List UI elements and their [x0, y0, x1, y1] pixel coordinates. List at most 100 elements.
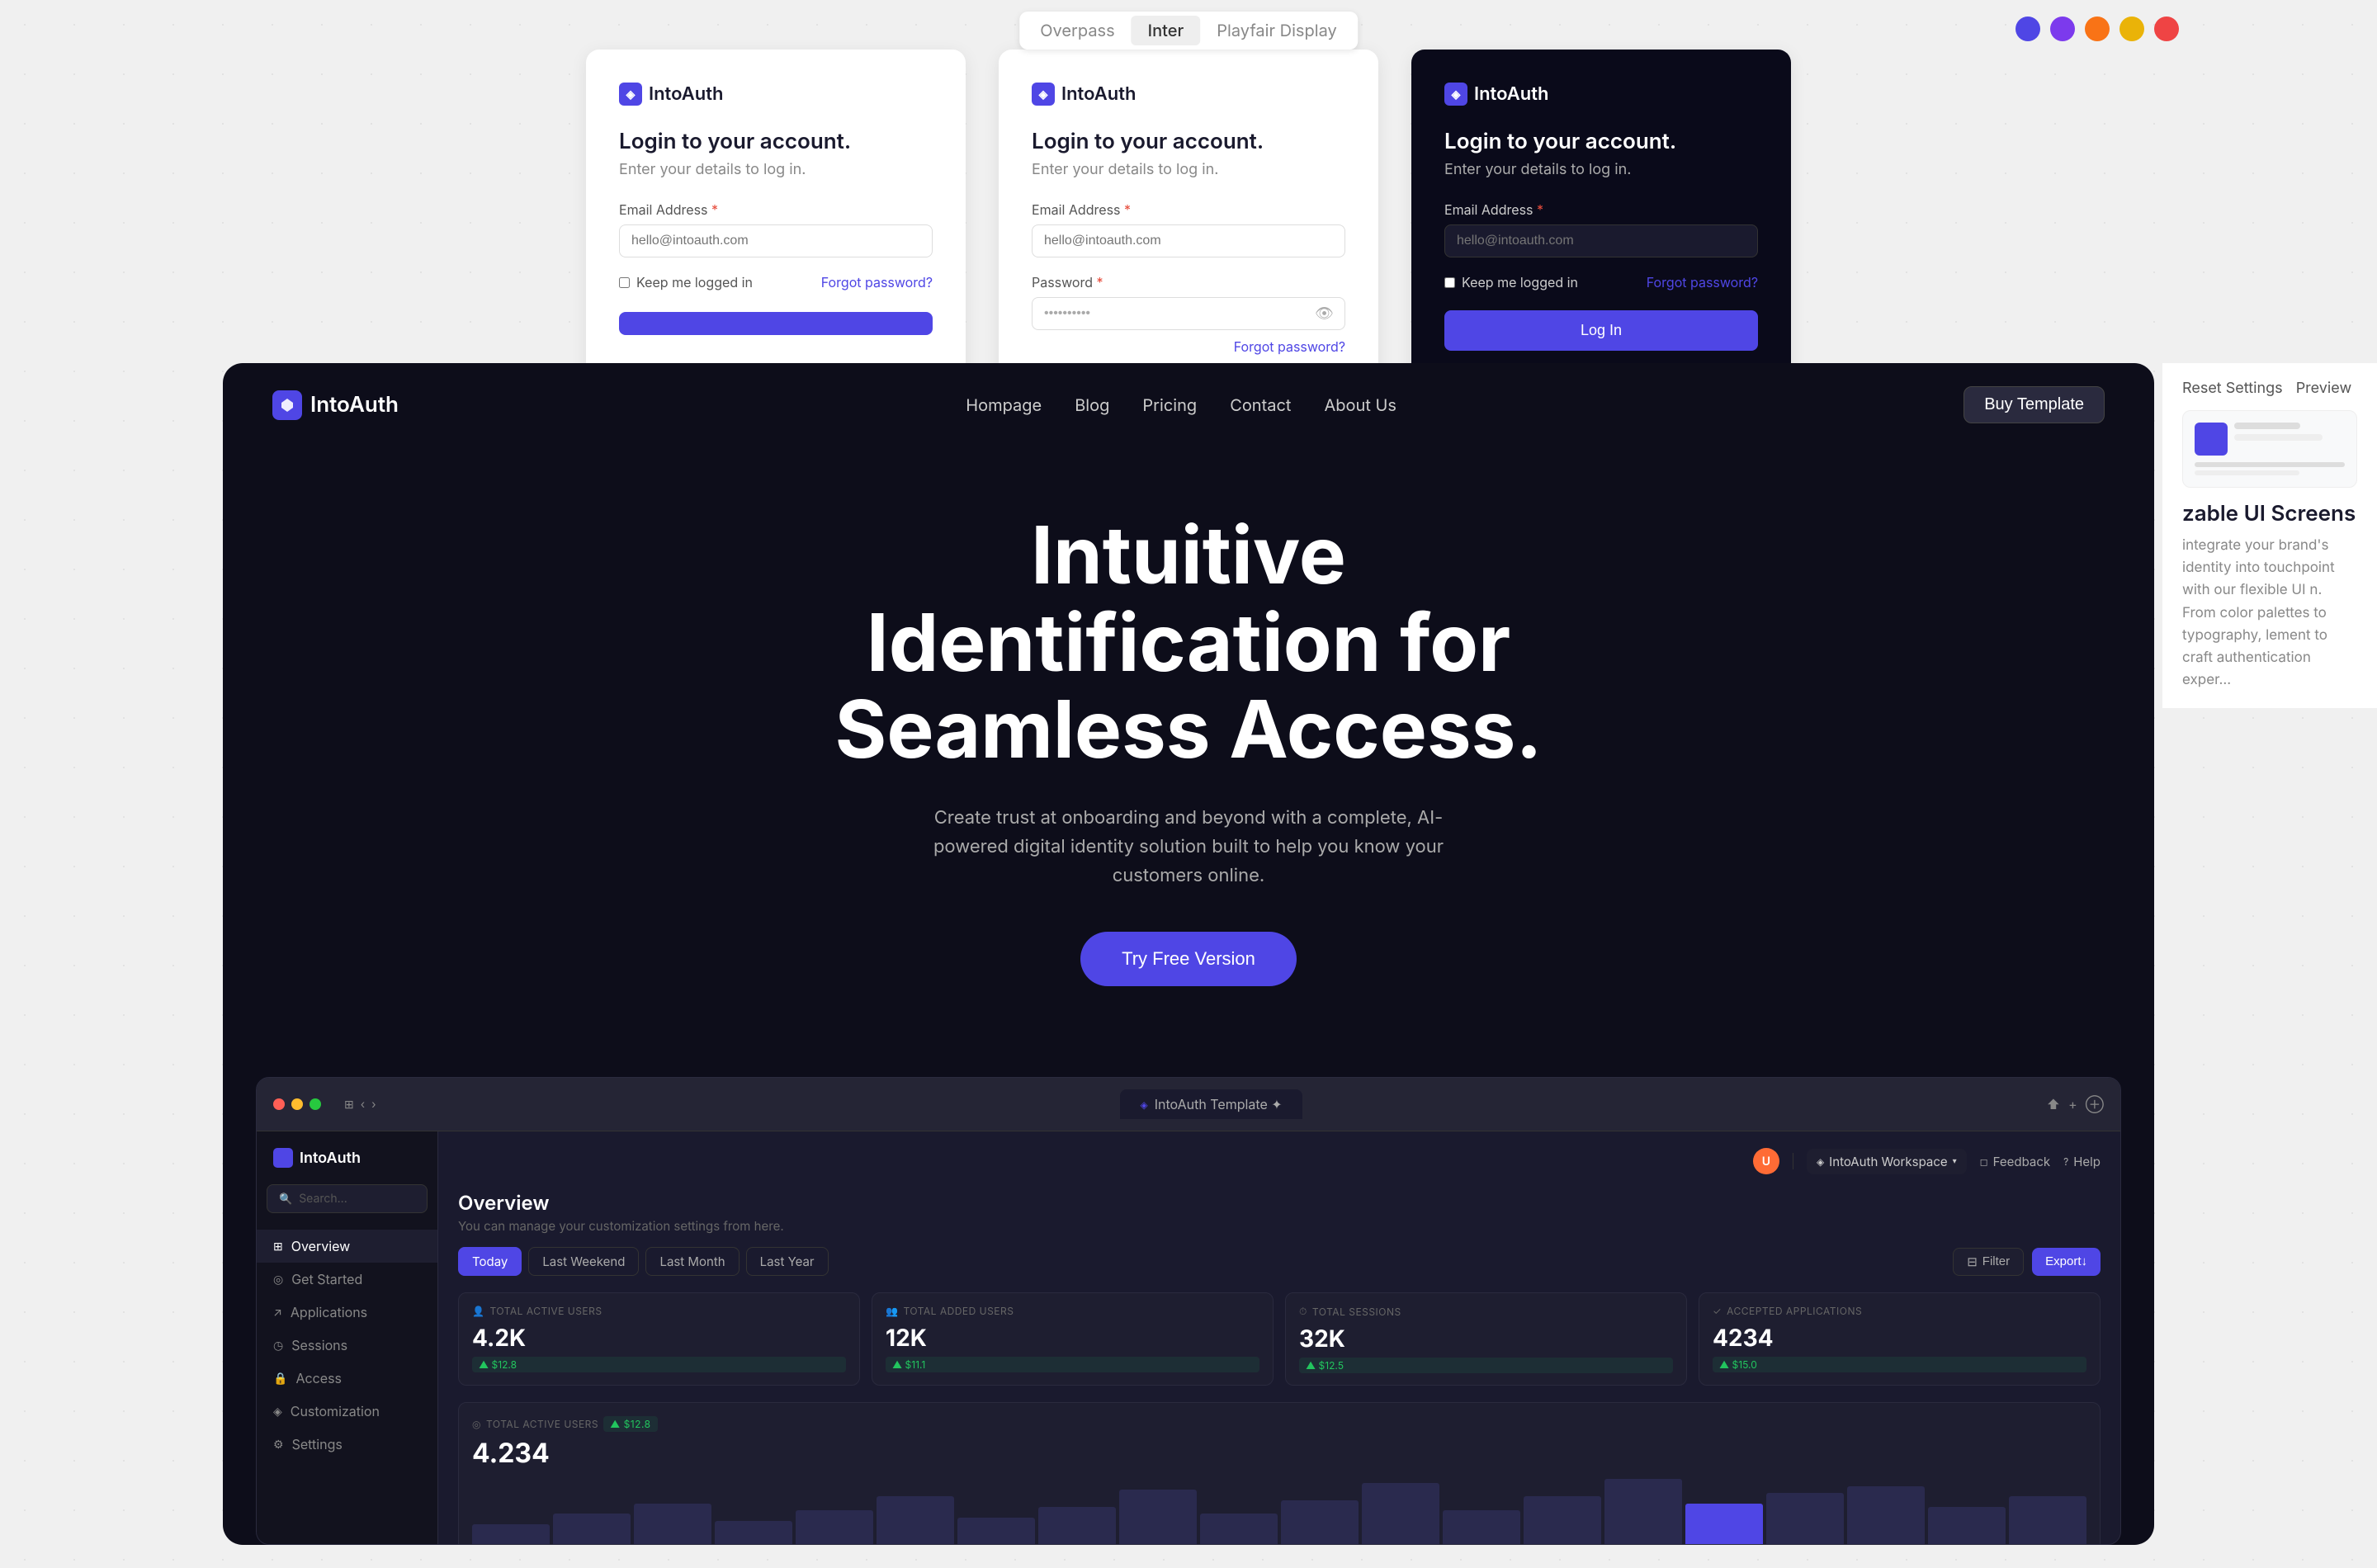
export-button[interactable]: Export↓	[2032, 1248, 2101, 1276]
filter-tab-lastmonth[interactable]: Last Month	[645, 1247, 739, 1276]
nav-link-blog[interactable]: Blog	[1075, 395, 1109, 415]
color-dot-red[interactable]	[2154, 17, 2179, 41]
filter-tab-lastyear[interactable]: Last Year	[746, 1247, 829, 1276]
sidebar-item-access[interactable]: 🔒 Access	[257, 1362, 437, 1395]
nav-link-homepage[interactable]: Hompage	[966, 395, 1042, 415]
preview-card-header	[2195, 423, 2345, 456]
hero-section: Intuitive Identification for Seamless Ac…	[223, 446, 2154, 1036]
sidebar-item-overview[interactable]: ⊞ Overview	[257, 1230, 437, 1263]
nav-link-about[interactable]: About Us	[1324, 395, 1396, 415]
chart-bars	[472, 1479, 2086, 1544]
sidebar-item-label-overview: Overview	[291, 1238, 351, 1254]
main-section: IntoAuth Hompage Blog Pricing Contact Ab…	[223, 363, 2154, 1545]
card-1-email-input[interactable]	[619, 224, 933, 257]
sidebar-item-customization[interactable]: ◈ Customization	[257, 1395, 437, 1428]
chart-bar-7	[1038, 1507, 1116, 1544]
card-2-forgot-link[interactable]: Forgot password?	[1234, 338, 1345, 355]
card-2-password-label: Password *	[1032, 274, 1345, 290]
window-icon-forward[interactable]: ›	[371, 1098, 376, 1112]
chart-bar-12	[1443, 1510, 1520, 1544]
filter-button[interactable]: ⊟ Filter	[1953, 1248, 2024, 1276]
browser-share-icon[interactable]: ⬆	[2047, 1096, 2061, 1112]
card-2-title: Login to your account.	[1032, 129, 1345, 154]
chart-bar-4	[796, 1510, 873, 1544]
stat-icon-sessions: ⏱	[1299, 1305, 1307, 1318]
reset-settings-label[interactable]: Reset Settings	[2182, 380, 2283, 397]
getstarted-icon: ◎	[273, 1273, 283, 1287]
sidebar-item-applications[interactable]: ↗ Applications	[257, 1296, 437, 1329]
color-dot-orange[interactable]	[2085, 17, 2110, 41]
preview-label[interactable]: Preview	[2296, 380, 2352, 397]
stat-change-active-users: ▲ $12.8	[472, 1357, 846, 1372]
filter-tabs: Today Last Weekend Last Month Last Year …	[458, 1247, 2101, 1276]
card-3-login-button[interactable]: Log In	[1444, 310, 1758, 351]
browser-dot-green	[310, 1098, 321, 1110]
font-tab-inter[interactable]: Inter	[1132, 16, 1201, 45]
color-dot-blue[interactable]	[2015, 17, 2040, 41]
card-3-keep-logged[interactable]: Keep me logged in	[1444, 274, 1578, 290]
workspace-selector[interactable]: ◈ IntoAuth Workspace ▾	[1807, 1149, 1967, 1174]
card-1-checkbox[interactable]	[619, 277, 630, 288]
chart-bar-18	[1928, 1507, 2006, 1544]
buy-template-button[interactable]: Buy Template	[1964, 386, 2105, 423]
preview-logo-icon	[2195, 423, 2228, 456]
filter-tab-today[interactable]: Today	[458, 1247, 522, 1276]
workspace-chevron: ▾	[1953, 1156, 1957, 1166]
chart-bar-2	[634, 1504, 711, 1545]
reset-preview-row: Reset Settings Preview	[2182, 380, 2357, 397]
sidebar-logo-icon	[273, 1148, 293, 1168]
dashboard-layout: IntoAuth 🔍 Search... ⊞ Overview ◎ Get St…	[257, 1131, 2120, 1544]
sidebar-logo: IntoAuth	[257, 1148, 437, 1184]
sidebar-item-getstarted[interactable]: ◎ Get Started	[257, 1263, 437, 1296]
font-tab-overpass[interactable]: Overpass	[1023, 16, 1131, 45]
try-free-button[interactable]: Try Free Version	[1080, 932, 1297, 986]
card-3-checkbox[interactable]	[1444, 277, 1455, 288]
browser-tab[interactable]: ◈ IntoAuth Template ✦	[1120, 1089, 1302, 1119]
chart-bar-10	[1281, 1500, 1359, 1545]
chart-bar-0	[472, 1524, 550, 1544]
overview-icon: ⊞	[273, 1240, 283, 1254]
card-2-email-input[interactable]	[1032, 224, 1345, 257]
window-icon-grid[interactable]: ⊞	[344, 1098, 354, 1112]
nav-logo: IntoAuth	[272, 390, 399, 420]
nav-link-contact[interactable]: Contact	[1230, 395, 1291, 415]
filter-tab-lastweekend[interactable]: Last Weekend	[528, 1247, 639, 1276]
card-1-keep-logged[interactable]: Keep me logged in	[619, 274, 753, 290]
card-1-email-label: Email Address *	[619, 201, 933, 218]
eye-icon[interactable]: 👁	[1315, 305, 1334, 323]
filter-actions: ⊟ Filter Export↓	[1953, 1248, 2101, 1276]
browser-add-icon[interactable]: +	[2068, 1096, 2077, 1112]
card-1-logo-icon: ◈	[619, 83, 642, 106]
color-dot-yellow[interactable]	[2119, 17, 2144, 41]
hero-subtitle: Create trust at onboarding and beyond wi…	[900, 804, 1477, 891]
color-dot-purple[interactable]	[2050, 17, 2075, 41]
card-1-forgot-link[interactable]: Forgot password?	[821, 274, 933, 290]
card-1-login-button[interactable]	[619, 312, 933, 335]
sidebar-item-sessions[interactable]: ◷ Sessions	[257, 1329, 437, 1362]
nav-logo-icon	[272, 390, 302, 420]
window-icon-back[interactable]: ‹	[361, 1098, 365, 1112]
sidebar-item-settings[interactable]: ⚙ Settings	[257, 1428, 437, 1461]
dashboard-header: U ◈ IntoAuth Workspace ▾ ◻ Feedback ?	[458, 1148, 2101, 1174]
feedback-button[interactable]: ◻ Feedback	[1980, 1154, 2050, 1169]
preview-content	[2234, 423, 2345, 456]
stat-value-added-users: 12K	[886, 1324, 1259, 1352]
card-1-logo: ◈ IntoAuth	[619, 83, 933, 106]
browser-more-icon[interactable]: ⊕	[2086, 1096, 2104, 1112]
card-3-email-input[interactable]	[1444, 224, 1758, 257]
dashboard-preview: ⊞ ‹ › ◈ IntoAuth Template ✦ ⬆ + ⊕	[256, 1077, 2121, 1545]
card-2-password-input[interactable]	[1032, 297, 1345, 330]
browser-chrome: ⊞ ‹ › ◈ IntoAuth Template ✦ ⬆ + ⊕	[257, 1078, 2120, 1131]
sidebar-search[interactable]: 🔍 Search...	[267, 1184, 428, 1213]
user-avatar: U	[1753, 1148, 1779, 1174]
dashboard-header-right: U ◈ IntoAuth Workspace ▾ ◻ Feedback ?	[1753, 1148, 2101, 1174]
nav-link-pricing[interactable]: Pricing	[1142, 395, 1197, 415]
stat-label-added-users: 👥 TOTAL ADDED USERS	[886, 1305, 1259, 1317]
card-2-email-label: Email Address *	[1032, 201, 1345, 218]
card-3-forgot-link[interactable]: Forgot password?	[1647, 274, 1758, 290]
hero-title-line1: Intuitive	[1031, 508, 1346, 603]
customizable-text: integrate your brand's identity into tou…	[2182, 535, 2357, 692]
preview-line-2	[2234, 434, 2323, 441]
font-tab-playfair[interactable]: Playfair Display	[1200, 16, 1354, 45]
help-button[interactable]: ? Help	[2063, 1154, 2101, 1169]
